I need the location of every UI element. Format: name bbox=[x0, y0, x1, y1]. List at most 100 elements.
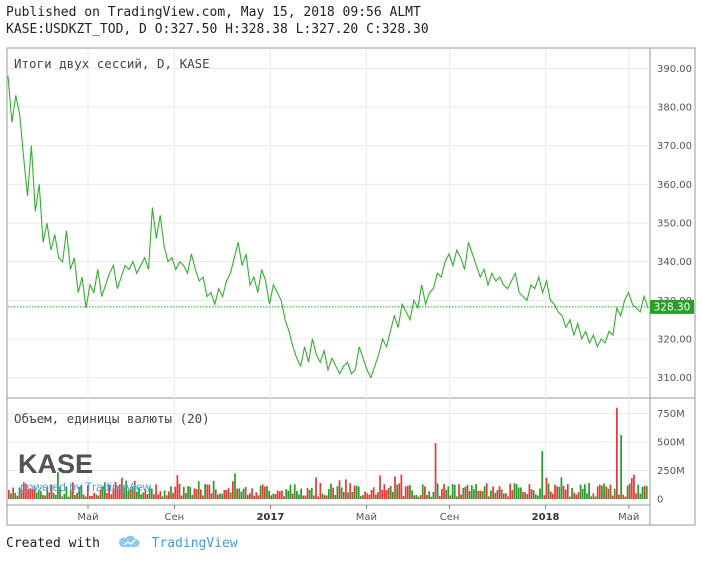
powered-by-text: powered by TradingView bbox=[20, 480, 152, 494]
volume-bar bbox=[334, 494, 337, 499]
volume-bar bbox=[97, 495, 100, 499]
volume-bar bbox=[434, 443, 437, 499]
volume-bar bbox=[276, 490, 279, 499]
volume-bar bbox=[413, 495, 416, 499]
volume-bar bbox=[281, 490, 283, 499]
volume-bar bbox=[325, 495, 328, 499]
volume-bar bbox=[473, 489, 475, 499]
time-tick-label: Сен bbox=[165, 512, 185, 523]
volume-bar bbox=[451, 484, 454, 499]
kase-logo: KASE bbox=[18, 449, 93, 479]
volume-bar bbox=[84, 496, 87, 499]
volume-bar bbox=[8, 490, 10, 499]
volume-bar bbox=[319, 483, 322, 499]
volume-bar bbox=[315, 477, 317, 499]
time-tick-label: Сен bbox=[440, 512, 460, 523]
footer: Created with TradingView bbox=[6, 536, 238, 551]
volume-bar bbox=[249, 493, 251, 499]
volume-bar bbox=[488, 496, 490, 499]
volume-bar bbox=[357, 486, 360, 499]
volume-bar bbox=[272, 493, 275, 499]
volume-bar bbox=[219, 493, 221, 499]
volume-bar bbox=[635, 493, 637, 499]
volume-bar bbox=[370, 490, 373, 499]
volume-bar bbox=[616, 407, 618, 499]
volume-bar bbox=[10, 493, 12, 499]
price-tick-label: 340.00 bbox=[657, 257, 692, 268]
time-tick-label: Май bbox=[618, 512, 639, 523]
volume-bar bbox=[317, 496, 320, 499]
volume-bar bbox=[259, 485, 262, 499]
volume-bar bbox=[460, 494, 462, 499]
volume-bar bbox=[539, 488, 541, 499]
volume-bar bbox=[155, 484, 157, 499]
volume-bar bbox=[353, 485, 356, 499]
volume-bar bbox=[421, 484, 424, 499]
volume-bar bbox=[168, 491, 170, 499]
volume-bar bbox=[270, 495, 273, 499]
volume-bar bbox=[223, 490, 226, 499]
volume-bar bbox=[221, 493, 224, 499]
volume-bar bbox=[470, 485, 473, 499]
volume-bar bbox=[355, 485, 358, 499]
volume-bar bbox=[208, 484, 211, 499]
volume-bar bbox=[549, 491, 552, 499]
volume-bar bbox=[323, 495, 326, 499]
volume-bar bbox=[633, 474, 635, 499]
volume-bar bbox=[240, 491, 243, 499]
volume-bar bbox=[424, 486, 426, 499]
volume-bar bbox=[257, 495, 260, 499]
volume-bar bbox=[609, 484, 612, 499]
volume-bar bbox=[61, 496, 64, 499]
volume-bar bbox=[368, 494, 371, 499]
volume-bar bbox=[483, 486, 486, 499]
volume-bar bbox=[342, 492, 345, 499]
volume-bar bbox=[379, 475, 381, 499]
volume-bar bbox=[438, 495, 441, 499]
volume-bar bbox=[490, 490, 492, 499]
volume-bar bbox=[426, 495, 428, 499]
volume-bar bbox=[360, 496, 362, 499]
volume-tick-label: 500M bbox=[657, 437, 685, 448]
volume-bar bbox=[541, 451, 544, 499]
volume-bar bbox=[266, 486, 268, 499]
volume-tick-label: 250M bbox=[657, 466, 685, 477]
volume-bar bbox=[95, 494, 98, 499]
volume-bar bbox=[193, 488, 196, 499]
volume-bar bbox=[300, 488, 302, 499]
volume-bar bbox=[264, 486, 266, 499]
tradingview-link[interactable]: TradingView bbox=[152, 536, 238, 551]
volume-bar bbox=[598, 484, 601, 499]
volume-bar bbox=[253, 495, 256, 499]
volume-bar bbox=[174, 486, 177, 499]
chart[interactable]: 390.00380.00370.00360.00350.00340.00330.… bbox=[0, 0, 702, 562]
volume-bar bbox=[12, 487, 14, 499]
volume-bar bbox=[163, 490, 166, 499]
volume-bar bbox=[400, 474, 403, 499]
volume-bar bbox=[89, 496, 91, 499]
volume-bar bbox=[558, 486, 561, 499]
volume-bar bbox=[349, 483, 352, 499]
volume-bar bbox=[251, 488, 253, 499]
volume-bar bbox=[67, 496, 70, 499]
volume-bar bbox=[110, 494, 113, 499]
volume-bar bbox=[428, 491, 430, 499]
volume-bar bbox=[409, 485, 411, 499]
svg-text:328.30: 328.30 bbox=[654, 302, 691, 314]
volume-bar bbox=[340, 487, 343, 499]
volume-bar bbox=[54, 494, 57, 499]
volume-bar bbox=[140, 494, 142, 499]
volume-bar bbox=[537, 495, 539, 499]
volume-bar bbox=[187, 486, 189, 499]
volume-bar bbox=[387, 488, 390, 499]
volume-bar bbox=[308, 490, 311, 499]
volume-bar bbox=[507, 496, 509, 499]
volume-bar bbox=[509, 483, 512, 499]
volume-bar bbox=[436, 483, 439, 499]
volume-bar bbox=[402, 495, 405, 499]
volume-bar bbox=[195, 489, 198, 499]
volume-bar bbox=[185, 492, 187, 499]
volume-bar bbox=[500, 489, 503, 499]
volume-bar bbox=[607, 488, 610, 499]
volume-bar bbox=[232, 481, 234, 499]
